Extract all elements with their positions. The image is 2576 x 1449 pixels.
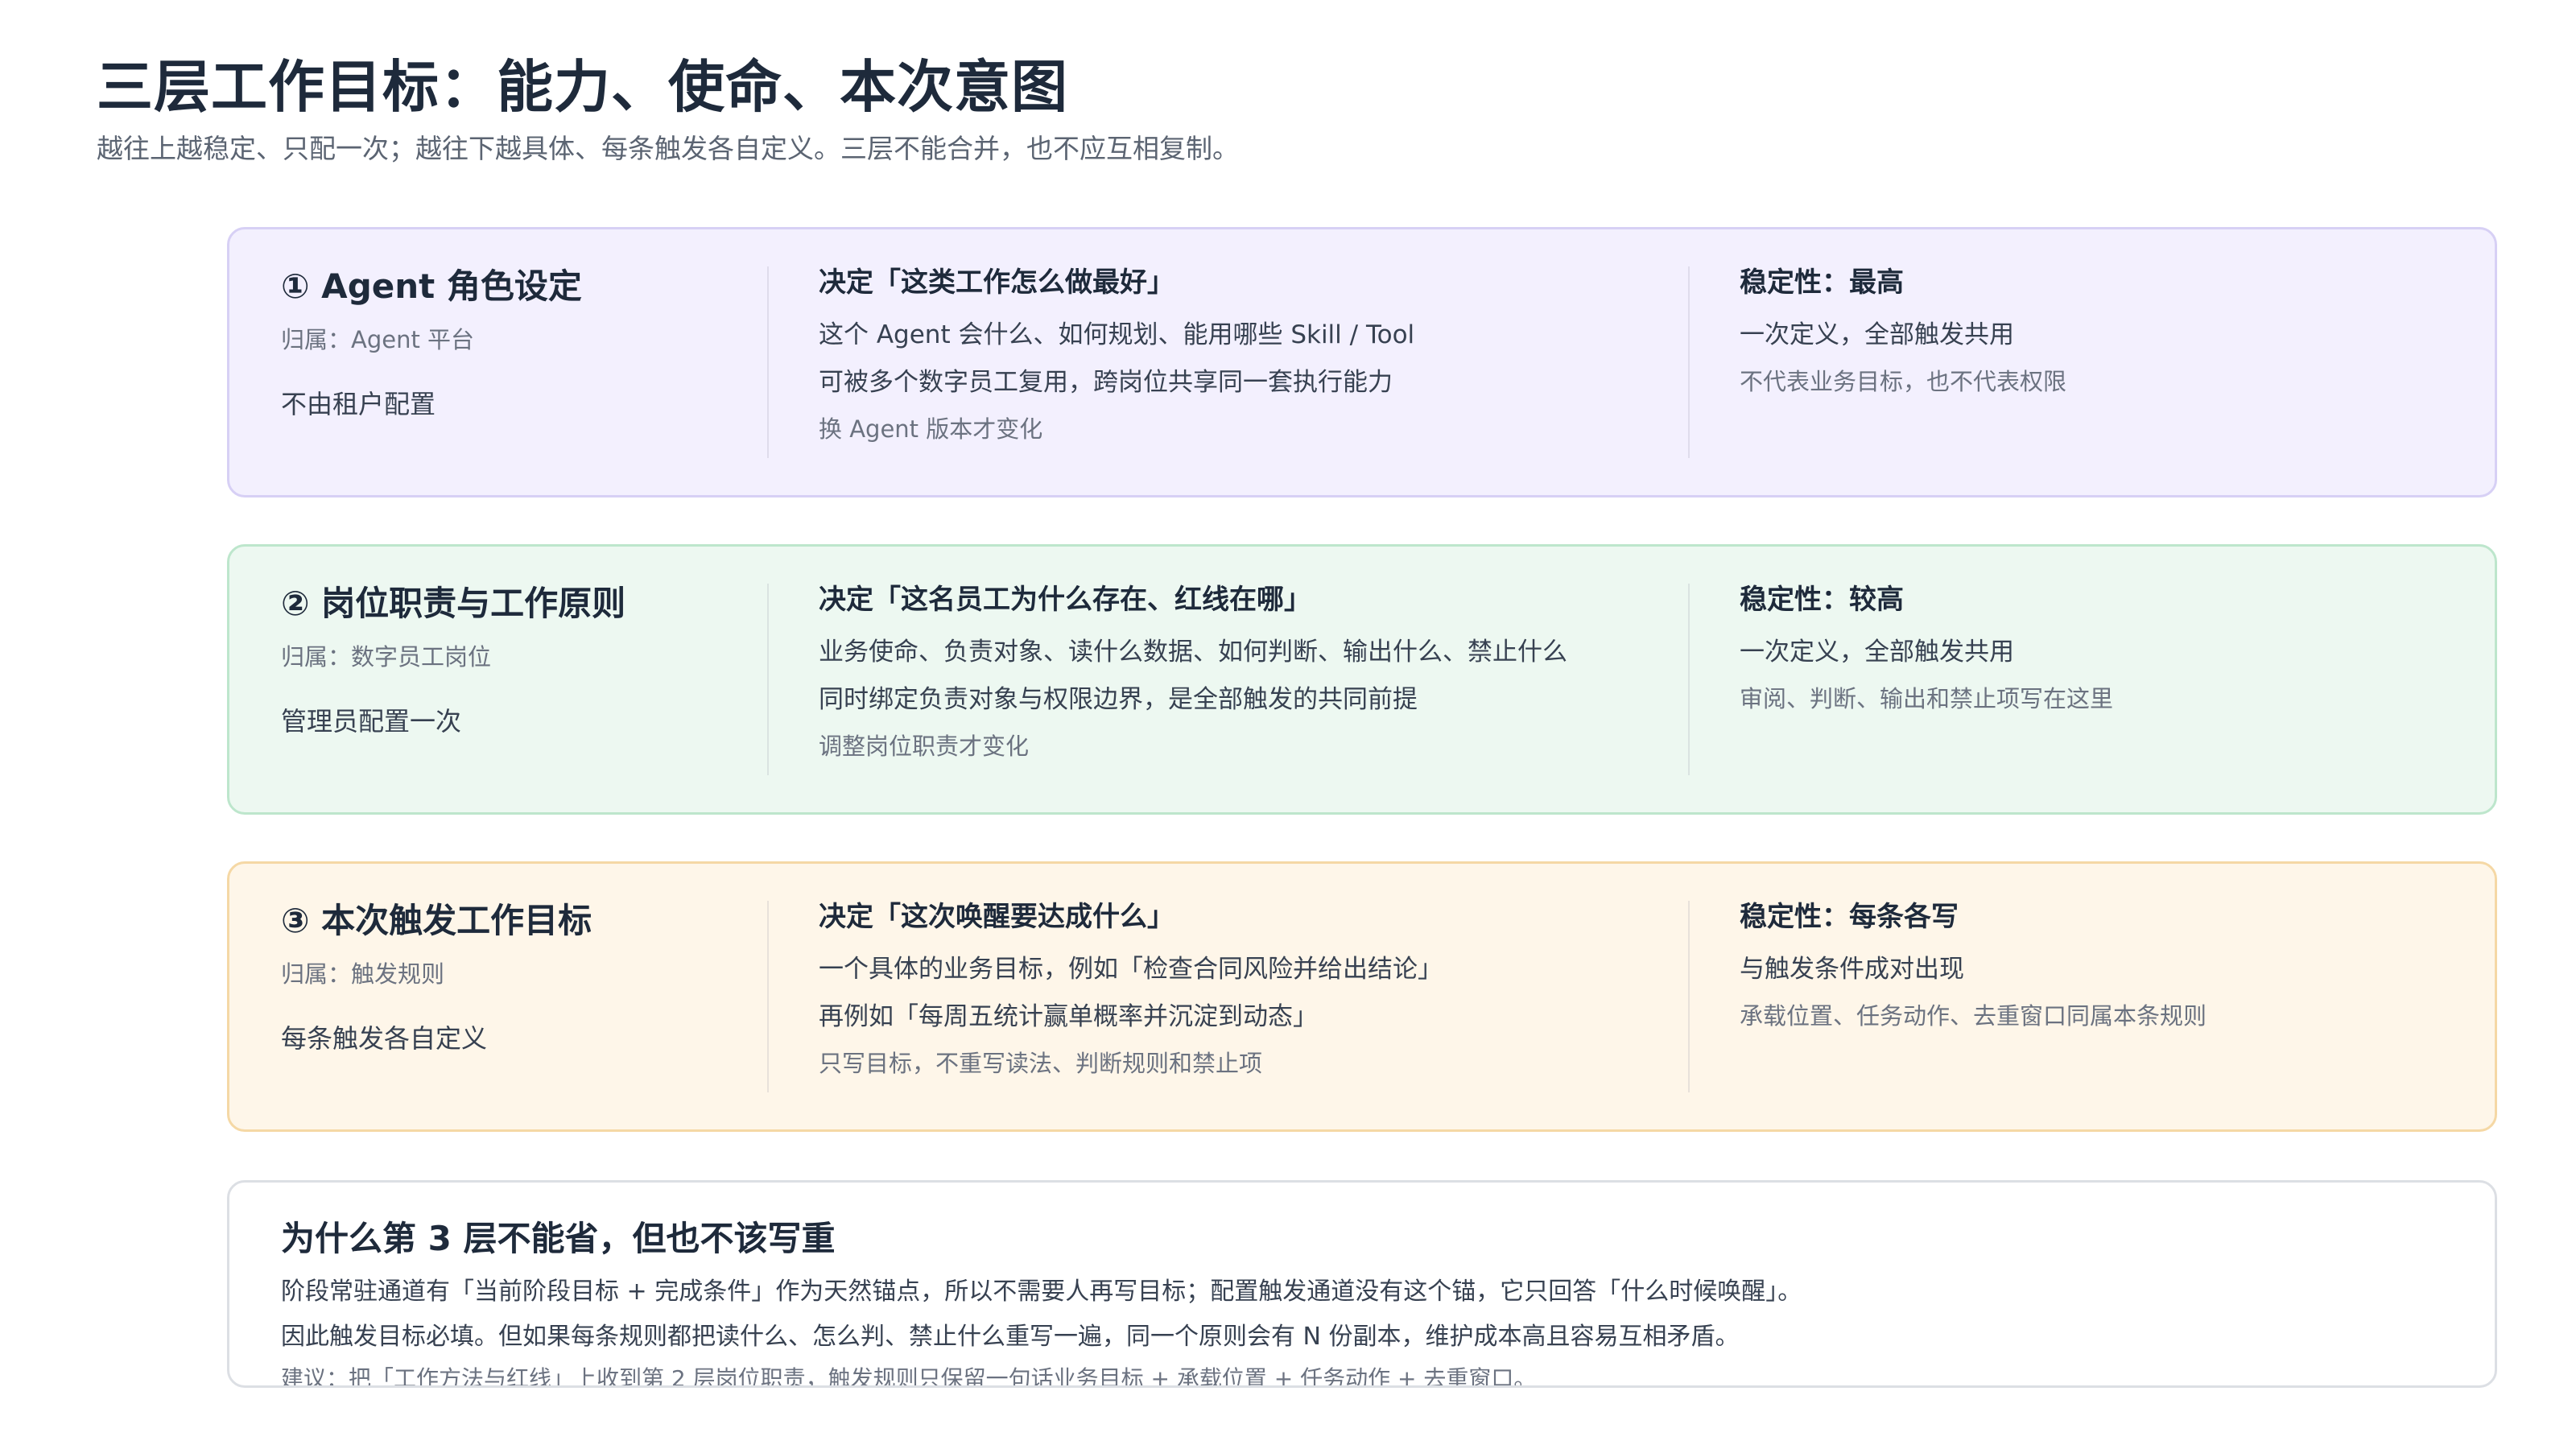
stability-note: 承载位置、任务动作、去重窗口同属本条规则: [1740, 1001, 2207, 1030]
decision-line: 业务使命、负责对象、读什么数据、如何判断、输出什么、禁止什么: [819, 637, 1567, 667]
layer-title: ① Agent 角色设定: [281, 266, 582, 306]
layer-card-agent: ① Agent 角色设定 归属：Agent 平台 不由租户配置 决定「这类工作怎…: [227, 227, 2497, 497]
decision-heading: 决定「这类工作怎么做最好」: [819, 266, 1174, 299]
layer-config: 每条触发各自定义: [281, 1023, 488, 1055]
why-card: 为什么第 3 层不能省，但也不该写重 阶段常驻通道有「当前阶段目标 + 完成条件…: [227, 1180, 2497, 1388]
layer-config: 不由租户配置: [281, 389, 436, 420]
layer-decision: 决定「这类工作怎么做最好」 这个 Agent 会什么、如何规划、能用哪些 Ski…: [767, 266, 1688, 458]
why-paragraph: 因此触发目标必填。但如果每条规则都把读什么、怎么判、禁止什么重写一遍，同一个原则…: [281, 1323, 1740, 1351]
layer-stability: 稳定性：最高 一次定义，全部触发共用 不代表业务目标，也不代表权限: [1688, 266, 2496, 458]
why-suggestion: 建议：把「工作方法与红线」上收到第 2 层岗位职责，触发规则只保留一句话业务目标…: [281, 1365, 1537, 1388]
why-title: 为什么第 3 层不能省，但也不该写重: [281, 1219, 836, 1258]
decision-line: 一个具体的业务目标，例如「检查合同风险并给出结论」: [819, 954, 1443, 984]
change-note: 调整岗位职责才变化: [819, 733, 1030, 761]
page-subtitle: 越往上越稳定、只配一次；越往下越具体、每条触发各自定义。三层不能合并，也不应互相…: [97, 133, 1239, 164]
why-paragraph: 阶段常驻通道有「当前阶段目标 + 完成条件」作为天然锚点，所以不需要人再写目标；…: [281, 1278, 1802, 1306]
layer-identity: ③ 本次触发工作目标 归属：触发规则 每条触发各自定义: [281, 901, 700, 1092]
layer-title: ② 岗位职责与工作原则: [281, 584, 626, 623]
stability-note: 审阅、判断、输出和禁止项写在这里: [1740, 684, 2114, 712]
layer-decision: 决定「这名员工为什么存在、红线在哪」 业务使命、负责对象、读什么数据、如何判断、…: [767, 584, 1688, 775]
decision-line: 同时绑定负责对象与权限边界，是全部触发的共同前提: [819, 684, 1418, 714]
layer-owner: 归属：数字员工岗位: [281, 643, 492, 671]
layer-identity: ② 岗位职责与工作原则 归属：数字员工岗位 管理员配置一次: [281, 584, 700, 775]
stability-heading: 稳定性：每条各写: [1740, 901, 1959, 933]
decision-line: 再例如「每周五统计赢单概率并沉淀到动态」: [819, 1001, 1318, 1031]
layer-stability: 稳定性：较高 一次定义，全部触发共用 审阅、判断、输出和禁止项写在这里: [1688, 584, 2496, 775]
stability-line: 一次定义，全部触发共用: [1740, 637, 2014, 667]
page-title: 三层工作目标：能力、使命、本次意图: [97, 54, 1068, 120]
layer-title: ③ 本次触发工作目标: [281, 901, 592, 940]
change-note: 只写目标，不重写读法、判断规则和禁止项: [819, 1050, 1263, 1078]
layer-stability: 稳定性：每条各写 与触发条件成对出现 承载位置、任务动作、去重窗口同属本条规则: [1688, 901, 2496, 1092]
layer-owner: 归属：Agent 平台: [281, 326, 475, 354]
stability-line: 与触发条件成对出现: [1740, 954, 1964, 984]
decision-line: 这个 Agent 会什么、如何规划、能用哪些 Skill / Tool: [819, 320, 1415, 349]
change-note: 换 Agent 版本才变化: [819, 415, 1043, 444]
layer-identity: ① Agent 角色设定 归属：Agent 平台 不由租户配置: [281, 266, 700, 458]
layer-decision: 决定「这次唤醒要达成什么」 一个具体的业务目标，例如「检查合同风险并给出结论」 …: [767, 901, 1688, 1092]
decision-line: 可被多个数字员工复用，跨岗位共享同一套执行能力: [819, 367, 1393, 397]
stability-line: 一次定义，全部触发共用: [1740, 320, 2014, 349]
stability-note: 不代表业务目标，也不代表权限: [1740, 367, 2067, 395]
layer-card-role: ② 岗位职责与工作原则 归属：数字员工岗位 管理员配置一次 决定「这名员工为什么…: [227, 544, 2497, 815]
decision-heading: 决定「这名员工为什么存在、红线在哪」: [819, 584, 1311, 616]
layer-card-trigger: ③ 本次触发工作目标 归属：触发规则 每条触发各自定义 决定「这次唤醒要达成什么…: [227, 861, 2497, 1132]
stability-heading: 稳定性：最高: [1740, 266, 1904, 299]
decision-heading: 决定「这次唤醒要达成什么」: [819, 901, 1174, 933]
layer-config: 管理员配置一次: [281, 706, 462, 737]
stability-heading: 稳定性：较高: [1740, 584, 1904, 616]
layer-owner: 归属：触发规则: [281, 960, 445, 989]
